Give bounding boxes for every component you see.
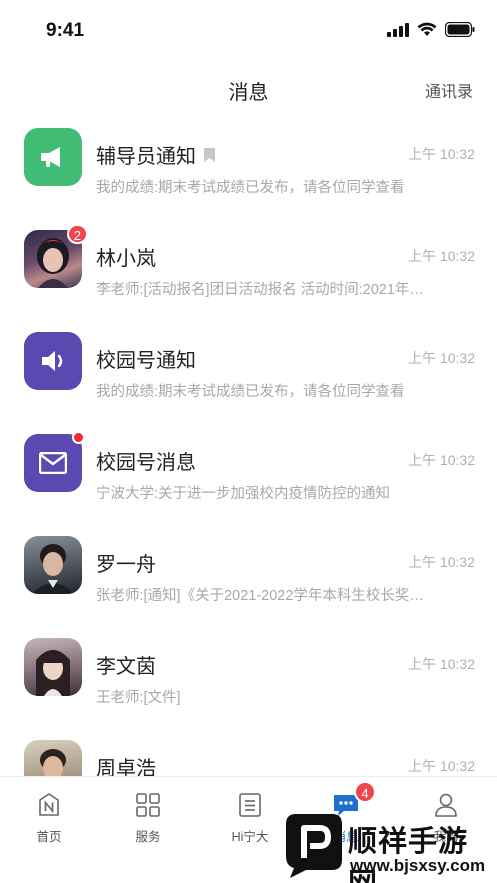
signal-icon — [387, 22, 409, 37]
conversation-preview: 我的成绩:期末考试成绩已发布，请各位同学查看 — [96, 180, 405, 196]
conversation-name-text: 李文茵 — [96, 656, 156, 678]
list-item[interactable]: 2 林小岚 上午 10:32 李老师:[活动报名]团日活动报名 活动时间:202… — [0, 214, 497, 316]
document-icon — [239, 793, 261, 817]
conversation-name: 周卓浩 — [96, 752, 156, 776]
conversation-preview: 李老师:[活动报名]团日活动报名 活动时间:2021年… — [96, 282, 424, 298]
status-bar: 9:41 — [0, 0, 497, 64]
page-title: 消息 — [228, 82, 269, 104]
person-photo — [36, 650, 70, 696]
avatar — [24, 431, 85, 492]
conversation-name: 校园号通知 — [96, 344, 196, 373]
conversation-name: 罗一舟 — [96, 548, 156, 577]
conversation-name: 李文茵 — [96, 650, 156, 679]
avatar — [24, 536, 82, 594]
list-item[interactable]: 校园号通知 上午 10:32 我的成绩:期末考试成绩已发布，请各位同学查看 — [0, 316, 497, 418]
conversation-time: 上午 10:32 — [408, 656, 475, 672]
conversation-time: 上午 10:32 — [408, 758, 475, 774]
conversation-time: 上午 10:32 — [408, 350, 475, 366]
conversation-name-text: 罗一舟 — [96, 554, 156, 576]
tab-label: 服务 — [135, 830, 161, 844]
status-time: 9:41 — [46, 20, 85, 41]
list-item[interactable]: 校园号消息 上午 10:32 宁波大学:关于进一步加强校内疫情防控的通知 — [0, 418, 497, 520]
unread-badge: 2 — [66, 224, 88, 244]
conversation-time: 上午 10:32 — [408, 554, 475, 570]
avatar: 2 — [24, 224, 88, 288]
watermark: 顺祥手游网 www.bjsxsy.com — [282, 808, 497, 883]
list-item[interactable]: 周卓浩 上午 10:32 — [0, 724, 497, 776]
conversation-preview: 张老师:[通知]《关于2021-2022学年本科生校长奖… — [96, 588, 424, 604]
person-photo — [40, 749, 66, 776]
conversation-preview: 王老师:[文件] — [96, 690, 181, 706]
bookmark-icon — [204, 147, 215, 162]
conversation-name: 林小岚 — [96, 242, 156, 271]
list-item[interactable]: 辅导员通知 上午 10:32 我的成绩:期末考试成绩已发布，请各位同学查看 — [0, 112, 497, 214]
tab-home[interactable]: 首页 — [14, 791, 84, 845]
grid-icon — [136, 793, 160, 817]
mail-icon — [39, 452, 67, 474]
tab-hi-nbu[interactable]: Hi宁大 — [215, 791, 285, 845]
conversation-name-text: 校园号通知 — [96, 350, 196, 372]
conversation-list: 辅导员通知 上午 10:32 我的成绩:期末考试成绩已发布，请各位同学查看 2 … — [0, 112, 497, 776]
conversation-preview: 宁波大学:关于进一步加强校内疫情防控的通知 — [96, 486, 391, 502]
home-icon — [39, 793, 59, 816]
unread-dot — [72, 431, 85, 444]
status-icons — [387, 22, 475, 37]
list-item[interactable]: 罗一舟 上午 10:32 张老师:[通知]《关于2021-2022学年本科生校长… — [0, 520, 497, 622]
conversation-time: 上午 10:32 — [408, 146, 475, 162]
megaphone-icon — [41, 147, 60, 167]
avatar — [24, 128, 82, 186]
watermark-url: www.bjsxsy.com — [350, 856, 486, 875]
nav-bar: 消息 通讯录 — [0, 64, 497, 112]
conversation-name: 辅导员通知 — [96, 140, 215, 169]
conversation-preview: 我的成绩:期末考试成绩已发布，请各位同学查看 — [96, 384, 405, 400]
conversation-name-text: 周卓浩 — [96, 758, 156, 776]
conversation-time: 上午 10:32 — [408, 452, 475, 468]
avatar — [24, 332, 82, 390]
conversation-name-text: 林小岚 — [96, 248, 156, 270]
speaker-icon — [42, 351, 63, 371]
conversation-time: 上午 10:32 — [408, 248, 475, 264]
contacts-button[interactable]: 通讯录 — [425, 78, 473, 102]
list-item[interactable]: 李文茵 上午 10:32 王老师:[文件] — [0, 622, 497, 724]
conversation-name-text: 辅导员通知 — [96, 146, 196, 168]
tab-badge: 4 — [354, 781, 376, 803]
watermark-logo-icon — [286, 814, 342, 878]
tab-label: 首页 — [36, 830, 62, 844]
conversation-name: 校园号消息 — [96, 446, 196, 475]
avatar — [24, 638, 82, 696]
person-photo — [32, 544, 74, 594]
wifi-icon — [417, 22, 437, 36]
tab-services[interactable]: 服务 — [113, 791, 183, 845]
avatar — [24, 740, 82, 776]
tab-label: Hi宁大 — [231, 830, 269, 844]
battery-icon — [445, 22, 475, 37]
conversation-name-text: 校园号消息 — [96, 452, 196, 474]
